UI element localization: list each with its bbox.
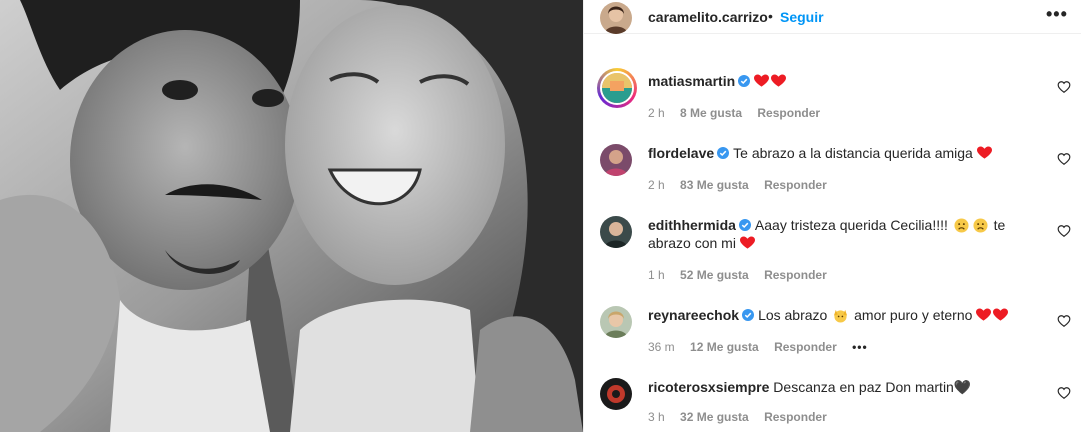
verified-badge-icon: [738, 75, 751, 87]
sad-face-emoji-icon: [973, 218, 988, 233]
post-photo[interactable]: [0, 0, 583, 432]
verified-badge-icon: [742, 309, 755, 321]
heart-emoji-icon: [976, 308, 992, 321]
more-options-icon[interactable]: •••: [1046, 4, 1068, 25]
comment-meta: 3 h 32 Me gusta Responder: [648, 410, 839, 424]
comment-time[interactable]: 2 h: [648, 106, 665, 120]
like-heart-icon[interactable]: [1057, 386, 1071, 400]
reply-button[interactable]: Responder: [764, 410, 827, 424]
comment-text-continued: te: [993, 217, 1006, 233]
comment-text: Aaay tristeza querida Cecilia!!!!: [754, 217, 948, 233]
comment-text: Descanza en paz Don martin🖤: [773, 379, 972, 395]
verified-badge-icon: [738, 219, 751, 231]
comment-time[interactable]: 3 h: [648, 410, 665, 424]
comment-body: flordelave Te abrazo a la distancia queri…: [648, 144, 1048, 162]
commenter-avatar[interactable]: [600, 306, 632, 338]
heart-emoji-icon: [771, 74, 787, 87]
comment-username[interactable]: flordelave: [648, 145, 714, 161]
like-heart-icon[interactable]: [1057, 224, 1071, 238]
comment-time[interactable]: 36 m: [648, 340, 675, 354]
commenter-avatar[interactable]: [600, 144, 632, 176]
comment-time[interactable]: 2 h: [648, 178, 665, 192]
comment-text: Te abrazo a la distancia querida amiga: [733, 145, 973, 161]
comment-meta: 2 h 83 Me gusta Responder: [648, 178, 839, 192]
comment-meta: 1 h 52 Me gusta Responder: [648, 268, 839, 282]
comment-username[interactable]: reynareechok: [648, 307, 739, 323]
comment-likes[interactable]: 32 Me gusta: [680, 410, 749, 424]
comment-text-continued: amor puro y eterno: [854, 307, 973, 323]
sad-face-emoji-icon: [954, 218, 969, 233]
heart-emoji-icon: [993, 308, 1009, 321]
reply-button[interactable]: Responder: [757, 106, 820, 120]
heart-emoji-icon: [976, 146, 992, 159]
heart-emoji-icon: [754, 74, 770, 87]
reply-button[interactable]: Responder: [764, 178, 827, 192]
comment-meta: 36 m 12 Me gusta Responder •••: [648, 340, 880, 354]
comments-panel: caramelito.carrizo • Seguir ••• matiasma…: [583, 0, 1081, 432]
comment-body: reynareechok Los abrazo amor puro y etern…: [648, 306, 1048, 324]
like-heart-icon[interactable]: [1057, 152, 1071, 166]
raising-hands-emoji-icon: [834, 309, 848, 323]
comment-likes[interactable]: 12 Me gusta: [690, 340, 759, 354]
comment-text-continued: abrazo con mi: [648, 235, 736, 251]
author-username[interactable]: caramelito.carrizo: [648, 9, 768, 25]
comment-likes[interactable]: 83 Me gusta: [680, 178, 749, 192]
comment-body: matiasmartin: [648, 72, 1048, 90]
comment-username[interactable]: ricoterosxsiempre: [648, 379, 769, 395]
follow-button[interactable]: Seguir: [780, 9, 824, 25]
comment-likes[interactable]: 52 Me gusta: [680, 268, 749, 282]
comment-meta: 2 h 8 Me gusta Responder: [648, 106, 832, 120]
header-separator: •: [768, 8, 773, 24]
reply-button[interactable]: Responder: [764, 268, 827, 282]
post-header: caramelito.carrizo • Seguir •••: [584, 0, 1081, 34]
comment-body: ricoterosxsiempre Descanza en paz Don ma…: [648, 378, 1048, 396]
verified-badge-icon: [717, 147, 730, 159]
heart-emoji-icon: [739, 236, 755, 249]
comment-time[interactable]: 1 h: [648, 268, 665, 282]
comment-body: edithhermida Aaay tristeza querida Cecili…: [648, 216, 1048, 252]
like-heart-icon[interactable]: [1057, 80, 1071, 94]
comment-more-options-icon[interactable]: •••: [852, 340, 868, 354]
reply-button[interactable]: Responder: [774, 340, 837, 354]
comment-username[interactable]: edithhermida: [648, 217, 736, 233]
author-avatar[interactable]: [600, 2, 632, 34]
commenter-avatar[interactable]: [600, 216, 632, 248]
like-heart-icon[interactable]: [1057, 314, 1071, 328]
comment-text: Los abrazo: [758, 307, 828, 323]
comment-likes[interactable]: 8 Me gusta: [680, 106, 742, 120]
commenter-avatar[interactable]: [597, 68, 637, 108]
comment-username[interactable]: matiasmartin: [648, 73, 735, 89]
commenter-avatar[interactable]: [600, 378, 632, 410]
